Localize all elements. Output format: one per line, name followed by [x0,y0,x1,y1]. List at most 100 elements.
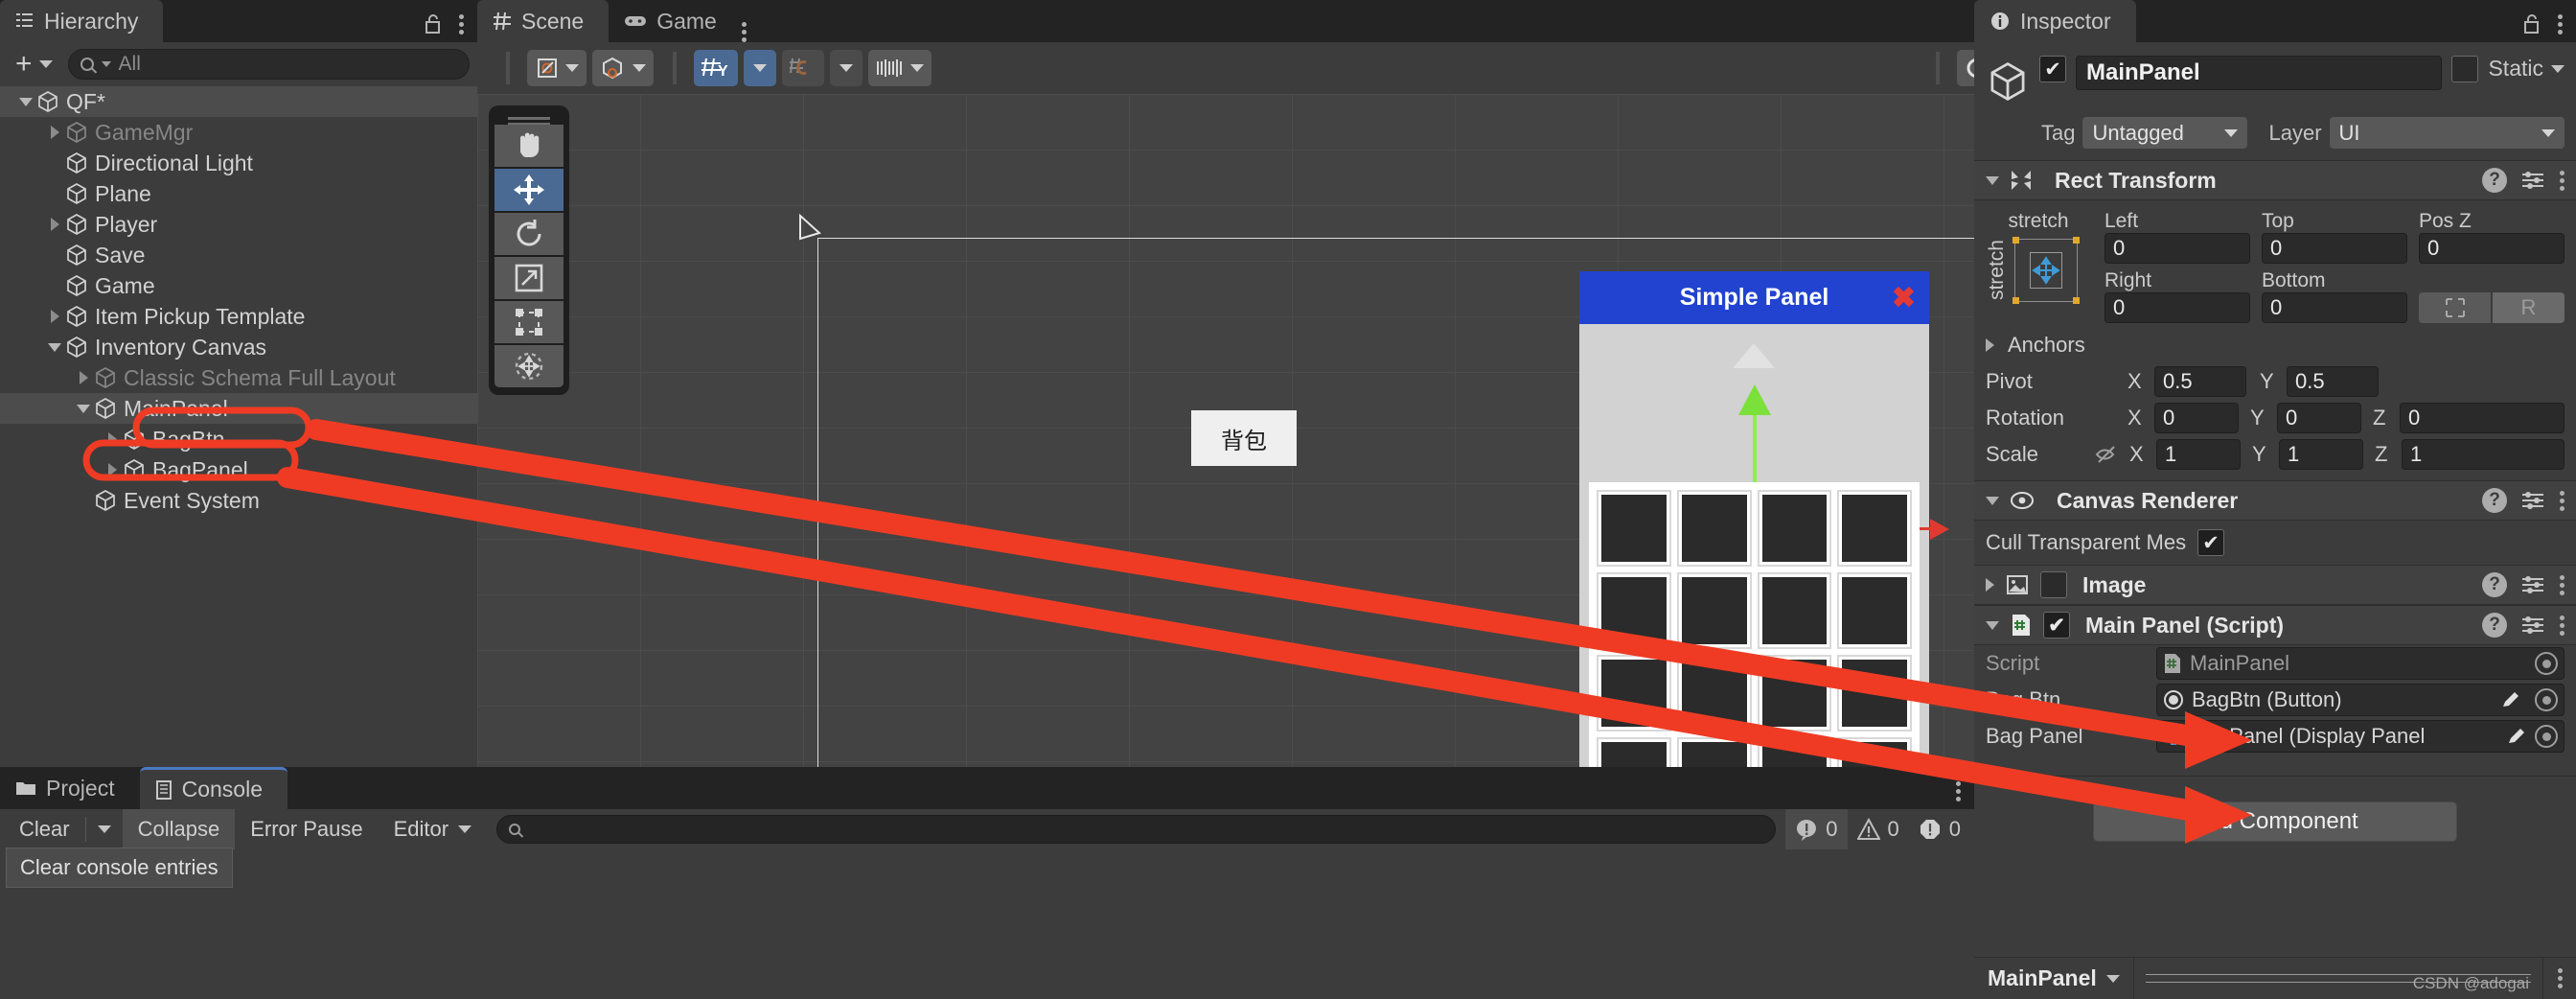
pivot-x-field[interactable]: 0.5 [2154,366,2246,397]
chevron-right-icon[interactable] [44,126,65,139]
inventory-slot[interactable] [1837,737,1912,767]
scene-menu-icon[interactable] [742,22,748,42]
error-pause-button[interactable]: Error Pause [235,809,378,849]
chevron-down-icon[interactable] [910,64,924,72]
layer-dropdown[interactable]: UI [2329,117,2564,149]
object-name-field[interactable]: MainPanel [2076,56,2443,90]
posz-field[interactable]: 0 [2419,233,2564,264]
help-icon[interactable]: ? [2482,572,2507,597]
transform-tool[interactable] [494,345,564,387]
preset-icon[interactable] [2520,615,2545,636]
lock-open-icon[interactable] [424,13,443,35]
log-count[interactable]: 0 [1785,809,1848,849]
clear-button[interactable]: Clear [4,809,85,849]
close-icon[interactable]: ✖ [1892,281,1916,314]
search-filter-chevron-icon[interactable] [101,61,111,67]
tab-console[interactable]: Console [139,767,288,809]
grid-snap-toggle[interactable] [782,50,824,86]
scale-tool[interactable] [494,257,564,299]
scale-y-field[interactable]: 1 [2279,439,2363,470]
pivot-center-toggle[interactable] [527,50,586,86]
hand-tool[interactable] [494,125,564,167]
scale-x-field[interactable]: 1 [2156,439,2241,470]
rect-tool[interactable] [494,301,564,343]
inventory-slot[interactable] [1676,490,1752,567]
inventory-slot[interactable] [1597,490,1671,567]
object-enabled-checkbox[interactable]: ✔ [2039,56,2066,82]
tools-drag-handle[interactable] [508,117,550,120]
pivot-y-field[interactable]: 0.5 [2287,366,2379,397]
inventory-slot[interactable] [1757,572,1832,649]
main-panel-script-enabled-checkbox[interactable]: ✔ [2043,612,2070,639]
help-icon[interactable]: ? [2482,488,2507,513]
hierarchy-item-bagpanel[interactable]: BagPanel [0,454,477,485]
console-menu-icon[interactable] [1955,781,1961,802]
preset-icon[interactable] [2520,170,2545,191]
lock-open-icon[interactable] [2522,13,2542,35]
component-menu-icon[interactable] [2559,170,2564,191]
move-tool[interactable] [494,169,564,211]
script-objectfield[interactable]: MainPanel [2156,647,2564,680]
top-field[interactable]: 0 [2262,233,2407,264]
hierarchy-item-mainpanel[interactable]: MainPanel [0,393,477,424]
collapse-button[interactable]: Collapse [122,809,236,849]
create-object-button[interactable]: + [8,50,60,79]
edit-pencil-icon[interactable] [2506,726,2527,747]
inventory-slot[interactable] [1676,737,1752,767]
image-component-header[interactable]: Image ? [1974,565,2576,605]
chevron-down-icon[interactable] [15,98,36,106]
add-component-button[interactable]: Add Component [2093,802,2457,842]
right-field[interactable]: 0 [2104,292,2250,323]
inventory-slot[interactable] [1597,737,1671,767]
tab-game[interactable]: Game [609,0,742,42]
snap-increment[interactable] [868,50,932,86]
bottom-field[interactable]: 0 [2262,292,2407,323]
bag-panel-object-picker-icon[interactable] [2535,725,2558,748]
hierarchy-item-inventory-canvas[interactable]: Inventory Canvas [0,332,477,362]
help-icon[interactable]: ? [2482,168,2507,193]
footer-object-dropdown[interactable]: MainPanel [1974,965,2133,991]
rotate-tool[interactable] [494,213,564,255]
rotation-z-field[interactable]: 0 [2400,403,2564,433]
left-field[interactable]: 0 [2104,233,2250,264]
bag-btn-objectfield[interactable]: BagBtn (Button) [2156,684,2564,716]
chevron-right-icon[interactable] [44,218,65,231]
bag-btn-object-picker-icon[interactable] [2535,688,2558,711]
tab-inspector[interactable]: Inspector [1974,0,2136,42]
warning-count[interactable]: 0 [1848,809,1909,849]
hierarchy-item-event-system[interactable]: Event System [0,485,477,516]
image-enabled-checkbox[interactable] [2040,571,2067,598]
rotation-x-field[interactable]: 0 [2154,403,2239,433]
inventory-slot[interactable] [1837,490,1912,567]
grid-axis-toggle[interactable]: Y [694,50,738,86]
chevron-right-icon[interactable] [44,310,65,323]
inventory-slot[interactable] [1757,655,1832,732]
bag-panel-objectfield[interactable]: BagPanel (Display Panel [2156,720,2564,753]
hierarchy-search-input[interactable]: All [67,49,470,80]
cull-transparent-checkbox[interactable]: ✔ [2197,529,2225,556]
hierarchy-item-item-pickup-template[interactable]: Item Pickup Template [0,301,477,332]
inventory-slot[interactable] [1676,572,1752,649]
tag-dropdown[interactable]: Untagged [2082,117,2248,149]
hierarchy-item-bagbtn[interactable]: BagBtn [0,424,477,454]
chevron-down-icon[interactable] [73,405,94,413]
chevron-right-icon[interactable] [73,371,94,384]
inventory-slot[interactable] [1597,655,1671,732]
blueprint-mode-button[interactable] [2419,292,2491,323]
hierarchy-item-gamemgr[interactable]: GameMgr [0,117,477,148]
clear-dropdown-button[interactable] [86,809,123,849]
canvas-renderer-header[interactable]: Canvas Renderer ? [1974,480,2576,521]
component-menu-icon[interactable] [2559,490,2564,511]
hierarchy-item-player[interactable]: Player [0,209,477,240]
hierarchy-item-game[interactable]: Game [0,270,477,301]
error-count[interactable]: 0 [1909,809,1970,849]
hierarchy-menu-icon[interactable] [458,13,464,35]
static-checkbox[interactable] [2451,56,2479,82]
hierarchy-item-save[interactable]: Save [0,240,477,270]
chevron-right-icon[interactable] [102,463,123,476]
chevron-down-icon[interactable] [565,64,579,72]
inventory-slot[interactable] [1676,655,1752,732]
hierarchy-item-directional-light[interactable]: Directional Light [0,148,477,178]
main-panel-script-header[interactable]: ✔ Main Panel (Script) ? [1974,605,2576,645]
scale-z-field[interactable]: 1 [2402,439,2564,470]
